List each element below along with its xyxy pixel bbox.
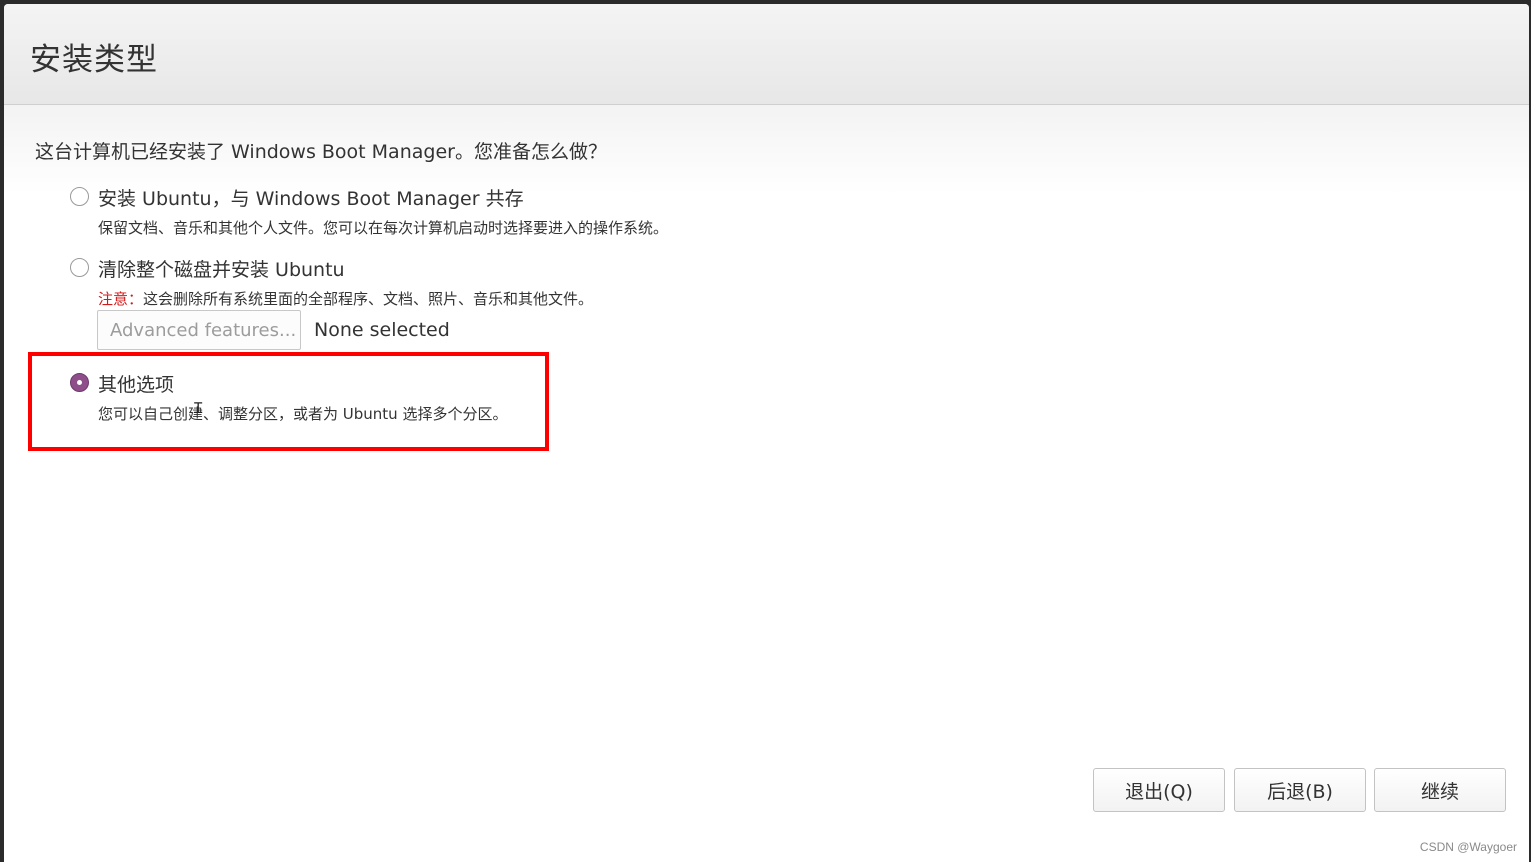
quit-button[interactable]: 退出(Q) — [1093, 768, 1225, 812]
highlight-annotation — [28, 352, 549, 451]
title-bar: 安装类型 — [4, 4, 1529, 105]
warning-text: 这会删除所有系统里面的全部程序、文档、照片、音乐和其他文件。 — [143, 290, 594, 308]
page-title: 安装类型 — [30, 42, 158, 78]
warning-prefix: 注意： — [98, 290, 144, 308]
install-type-panel: 这台计算机已经安装了 Windows Boot Manager。您准备怎么做？ … — [4, 105, 1529, 862]
advanced-status: None selected — [314, 319, 450, 341]
install-question: 这台计算机已经安装了 Windows Boot Manager。您准备怎么做？ — [35, 141, 607, 163]
option-description: 保留文档、音乐和其他个人文件。您可以在每次计算机启动时选择要进入的操作系统。 — [98, 219, 669, 237]
option-description: 注意：这会删除所有系统里面的全部程序、文档、照片、音乐和其他文件。 — [98, 288, 593, 309]
back-button[interactable]: 后退(B) — [1234, 768, 1366, 812]
radio-erase-disk[interactable] — [70, 258, 89, 277]
advanced-features-button[interactable]: Advanced features... — [97, 310, 301, 350]
option-label[interactable]: 清除整个磁盘并安装 Ubuntu — [98, 255, 345, 282]
watermark: CSDN @Waygoer — [1419, 840, 1517, 854]
radio-install-alongside[interactable] — [70, 187, 89, 206]
option-label[interactable]: 安装 Ubuntu，与 Windows Boot Manager 共存 — [98, 184, 524, 211]
continue-button[interactable]: 继续 — [1374, 768, 1506, 812]
installer-window: 安装类型 这台计算机已经安装了 Windows Boot Manager。您准备… — [4, 4, 1529, 862]
